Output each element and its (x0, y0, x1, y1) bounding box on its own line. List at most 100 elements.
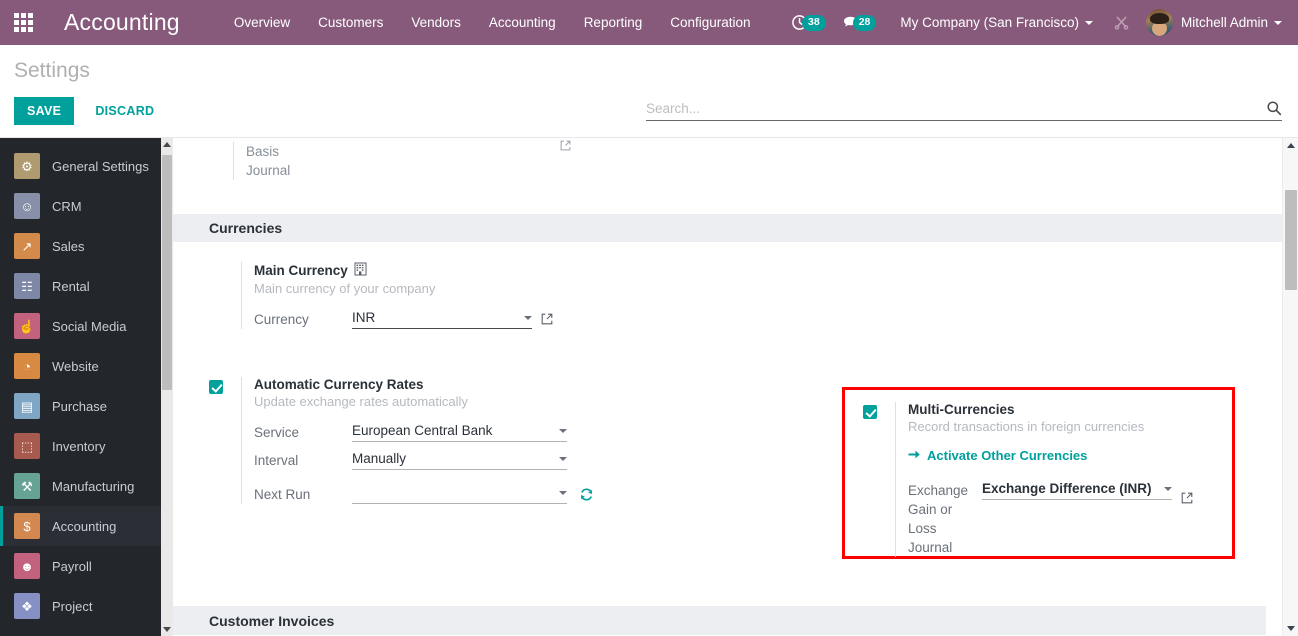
refresh-icon[interactable] (579, 487, 594, 502)
debug-scissors-icon[interactable] (1113, 14, 1130, 31)
setting-multi-currencies: Multi-Currencies Record transactions in … (845, 390, 1232, 557)
stub-label-line2: Journal (246, 163, 291, 178)
interval-select[interactable]: Manually (352, 450, 567, 470)
external-link-icon[interactable] (541, 313, 553, 325)
sidebar-scrollbar[interactable] (161, 138, 173, 636)
sidebar-item-rental[interactable]: ☷ Rental (0, 266, 173, 306)
menu-item-configuration[interactable]: Configuration (656, 0, 764, 45)
currency-select[interactable]: INR (352, 309, 532, 329)
company-switcher[interactable]: My Company (San Francisco) (892, 15, 1101, 30)
sidebar-item-social-media[interactable]: ☝ Social Media (0, 306, 173, 346)
sidebar-item-general-settings[interactable]: ⚙ General Settings (0, 146, 173, 186)
user-menu[interactable]: Mitchell Admin (1142, 9, 1288, 36)
automatic-currency-rates-body: Automatic Currency Rates Update exchange… (241, 377, 651, 504)
chevron-down-icon (559, 428, 567, 433)
thumbs-up-icon: ☝ (14, 313, 40, 339)
sidebar-item-sales[interactable]: ↗ Sales (0, 226, 173, 266)
chevron-down-icon (1274, 20, 1282, 25)
sidebar-item-label: Purchase (52, 398, 107, 414)
sidebar-item-crm[interactable]: ☺ CRM (0, 186, 173, 226)
external-link-icon[interactable] (560, 138, 571, 156)
exchange-journal-field-row: Exchange Gain or Loss Journal Exchange D… (908, 480, 1232, 557)
body-wrapper: ⚙ General Settings ☺ CRM ↗ Sales ☷ Rental ☝ Socia… (0, 138, 1298, 636)
setting-automatic-currency-rates: Automatic Currency Rates Update exchange… (209, 377, 651, 504)
search-bar (646, 100, 1282, 121)
sidebar-item-label: Rental (52, 278, 90, 294)
main-scrollbar[interactable] (1282, 138, 1298, 636)
apps-grid-icon[interactable] (0, 0, 46, 45)
service-field-row: Service European Central Bank (254, 422, 651, 442)
activate-other-currencies-link[interactable]: Activate Other Currencies (908, 448, 1087, 463)
menu-item-reporting[interactable]: Reporting (570, 0, 657, 45)
messages-button[interactable]: 28 (842, 14, 877, 31)
sidebar-item-website[interactable]: ◔ Website (0, 346, 173, 386)
activate-other-currencies-label: Activate Other Currencies (927, 448, 1088, 463)
page-title: Settings (14, 59, 90, 82)
arrow-right-icon (908, 448, 921, 463)
sidebar-item-label: Manufacturing (52, 478, 135, 494)
building-icon (354, 262, 367, 279)
next-run-select[interactable] (352, 484, 567, 504)
menu-item-customers[interactable]: Customers (304, 0, 397, 45)
navbar-right-tools: 38 28 My Company (San Francisco) Mitchel (791, 0, 1298, 45)
external-link-icon[interactable] (1181, 492, 1193, 504)
menu-item-accounting[interactable]: Accounting (475, 0, 570, 45)
exchange-journal-field-label: Exchange Gain or Loss Journal (908, 480, 982, 557)
exchange-journal-select-value: Exchange Difference (INR) (982, 481, 1152, 496)
activities-button[interactable]: 38 (791, 14, 826, 31)
scroll-up-arrow-icon[interactable] (1287, 143, 1295, 148)
exchange-journal-select[interactable]: Exchange Difference (INR) (982, 480, 1172, 500)
interval-select-value: Manually (352, 451, 407, 466)
search-icon[interactable] (1266, 100, 1282, 116)
sidebar-item-label: CRM (52, 198, 82, 214)
sidebar-item-label: Sales (52, 238, 85, 254)
exchange-journal-label-line3: Journal (908, 540, 953, 555)
automatic-currency-rates-checkbox[interactable] (209, 380, 223, 394)
scroll-down-arrow-icon[interactable] (163, 627, 171, 632)
multi-currencies-body: Multi-Currencies Record transactions in … (895, 402, 1232, 557)
handshake-icon: ☺ (14, 193, 40, 219)
main-scrollbar-thumb[interactable] (1285, 190, 1297, 290)
search-input[interactable] (646, 100, 1266, 116)
sidebar-item-label: Project (52, 598, 93, 614)
multi-currencies-checkbox[interactable] (863, 405, 877, 419)
menu-item-overview[interactable]: Overview (220, 0, 304, 45)
section-header-currencies: Currencies (173, 214, 1282, 242)
currency-select-value: INR (352, 310, 376, 325)
chart-line-icon: ↗ (14, 233, 40, 259)
document-icon: ☷ (14, 273, 40, 299)
automatic-currency-rates-title: Automatic Currency Rates (254, 377, 424, 392)
discard-button[interactable]: DISCARD (82, 97, 167, 125)
sidebar-item-label: Website (52, 358, 99, 374)
settings-scroll-content: Basis Journal Currencies Main Currency M… (173, 138, 1282, 636)
setting-main-currency: Main Currency Main currency of your comp… (209, 262, 651, 329)
app-brand-title: Accounting (64, 9, 180, 35)
service-field-label: Service (254, 425, 300, 440)
tax-basis-journal-stub: Basis Journal (173, 138, 1282, 180)
sidebar-item-payroll[interactable]: ☻ Payroll (0, 546, 173, 586)
sidebar-item-project[interactable]: ❖ Project (0, 586, 173, 626)
sidebar-item-inventory[interactable]: ⬚ Inventory (0, 426, 173, 466)
settings-main: Basis Journal Currencies Main Currency M… (173, 138, 1298, 636)
multi-currencies-highlight-box: Multi-Currencies Record transactions in … (842, 387, 1235, 559)
scroll-down-arrow-icon[interactable] (1287, 626, 1295, 631)
scroll-up-arrow-icon[interactable] (163, 142, 171, 147)
sidebar-item-purchase[interactable]: ▤ Purchase (0, 386, 173, 426)
chevron-down-icon (559, 456, 567, 461)
multi-currencies-description: Record transactions in foreign currencie… (908, 419, 1145, 434)
menu-item-vendors[interactable]: Vendors (397, 0, 475, 45)
sidebar-scrollbar-thumb[interactable] (162, 155, 172, 390)
service-select[interactable]: European Central Bank (352, 422, 567, 442)
save-button[interactable]: SAVE (14, 97, 75, 125)
sidebar-item-label: Social Media (52, 318, 127, 334)
main-currency-field-row: Currency INR (254, 309, 651, 329)
control-panel: Settings SAVE DISCARD (0, 45, 1298, 138)
action-buttons: SAVE DISCARD (14, 97, 167, 125)
stub-label-line1: Basis (246, 144, 280, 159)
sidebar-item-label: Payroll (52, 558, 92, 574)
sidebar-item-manufacturing[interactable]: ⚒ Manufacturing (0, 466, 173, 506)
exchange-journal-label-line2: Gain or Loss (908, 502, 953, 536)
puzzle-icon: ❖ (14, 593, 40, 619)
settings-sidebar: ⚙ General Settings ☺ CRM ↗ Sales ☷ Rental ☝ Socia… (0, 138, 173, 636)
sidebar-item-accounting[interactable]: $ Accounting (0, 506, 173, 546)
